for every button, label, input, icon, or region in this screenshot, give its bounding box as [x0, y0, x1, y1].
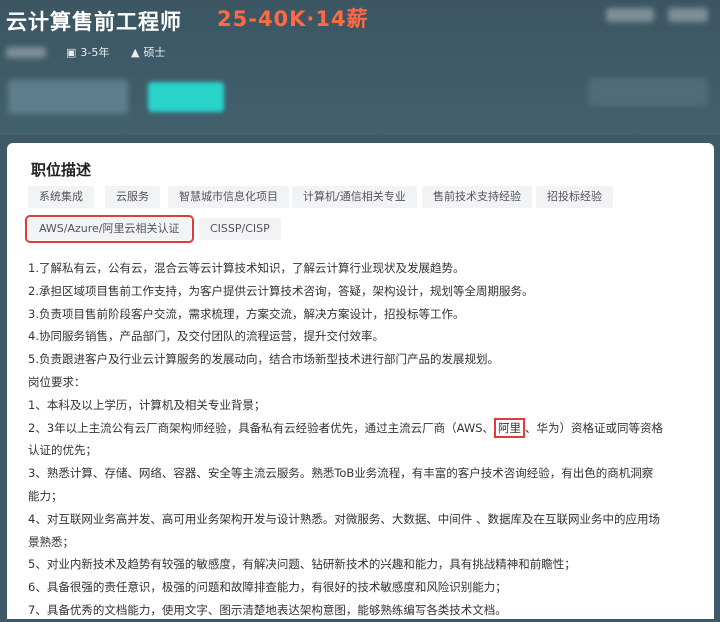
blurred-badge — [148, 82, 224, 112]
tag[interactable]: 售前技术支持经验 — [422, 186, 532, 208]
blurred-action — [588, 78, 708, 106]
job-header: 云计算售前工程师 25-40K·14薪 ▣ 3-5年 ▲ 硕士 — [0, 0, 720, 135]
line-text: 、华为）资格证或同等资格 — [525, 420, 664, 435]
description-line: 景熟悉； — [28, 534, 74, 549]
tag[interactable]: 招投标经验 — [536, 186, 613, 208]
description-line: 7、具备优秀的文档能力，使用文字、图示清楚地表达架构意图，能够熟练编写各类技术文… — [28, 602, 507, 617]
tag[interactable]: 计算机/通信相关专业 — [292, 186, 417, 208]
tag[interactable]: CISSP/CISP — [199, 218, 281, 240]
description-line: 3、熟悉计算、存储、网络、容器、安全等主流云服务。熟悉ToB业务流程，有丰富的客… — [28, 466, 654, 481]
briefcase-icon: ▣ — [66, 45, 77, 59]
description-line: 能力； — [28, 488, 63, 503]
salary: 25-40K·14薪 — [217, 7, 369, 31]
blurred-company-info — [606, 8, 654, 22]
description-line: 3.负责项目售前阶段客户交流，需求梳理，方案交流，解决方案设计，招投标等工作。 — [28, 306, 465, 321]
description-line: 认证的优先； — [28, 443, 97, 458]
blurred-avatar — [8, 80, 128, 114]
job-description-card: 职位描述 系统集成 云服务 智慧城市信息化项目 计算机/通信相关专业 售前技术支… — [7, 143, 714, 619]
description-body: 1.了解私有云，公有云，混合云等云计算技术知识，了解云计算行业现状及发展趋势。 … — [28, 257, 708, 622]
description-line: 2、3年以上主流公有云厂商架构师经验，具备私有云经验者优先，通过主流云厂商（AW… — [28, 417, 708, 440]
tag-highlighted[interactable]: AWS/Azure/阿里云相关认证 — [25, 215, 194, 243]
description-line: 1.了解私有云，公有云，混合云等云计算技术知识，了解云计算行业现状及发展趋势。 — [28, 261, 465, 275]
section-title: 职位描述 — [31, 161, 92, 179]
description-line: 4、对互联网业务高并发、高可用业务架构开发与设计熟悉。对微服务、大数据、中间件 … — [28, 511, 660, 526]
tag[interactable]: 智慧城市信息化项目 — [168, 186, 289, 208]
description-line: 4.协同服务销售，产品部门，及交付团队的流程运营，提升交付效率。 — [28, 329, 384, 344]
education-requirement: ▲ 硕士 — [131, 44, 165, 60]
tag[interactable]: 云服务 — [105, 186, 160, 208]
description-line: 6、具备很强的责任意识，极强的问题和故障排查能力，有很好的技术敏感度和风险识别能… — [28, 580, 507, 595]
description-line: 5、对业内新技术及趋势有较强的敏感度，有解决问题、钻研新技术的兴趣和能力，具有挑… — [28, 557, 576, 572]
requirements-heading: 岗位要求： — [28, 374, 86, 389]
education-label: 硕士 — [143, 46, 166, 59]
blurred-company-info — [668, 8, 708, 22]
blurred-location — [6, 47, 46, 58]
description-line: 5.负责跟进客户及行业云计算服务的发展动向，结合市场新型技术进行部门产品的发展规… — [28, 352, 499, 367]
line-text: 2、3年以上主流公有云厂商架构师经验，具备私有云经验者优先，通过主流云厂商（AW… — [28, 420, 495, 435]
highlighted-text: 阿里 — [494, 417, 526, 438]
tag[interactable]: 系统集成 — [28, 186, 94, 208]
experience-label: 3-5年 — [80, 46, 110, 59]
graduation-cap-icon: ▲ — [131, 45, 140, 59]
experience-requirement: ▣ 3-5年 — [66, 44, 109, 60]
job-title: 云计算售前工程师 — [6, 10, 182, 34]
description-line: 1、本科及以上学历，计算机及相关专业背景； — [28, 397, 266, 412]
description-line: 2.承担区域项目售前工作支持，为客户提供云计算技术咨询，答疑，架构设计，规划等全… — [28, 283, 534, 298]
